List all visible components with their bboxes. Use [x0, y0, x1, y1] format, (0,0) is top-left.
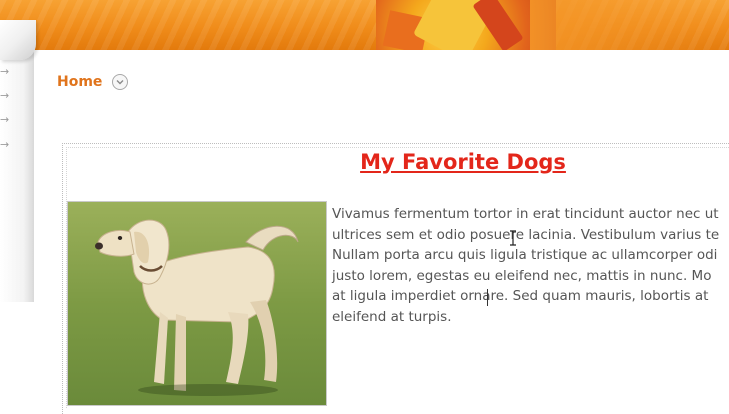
- arrow-right-icon[interactable]: →: [0, 66, 14, 78]
- body-line: Vivamus fermentum tortor in erat tincidu…: [332, 206, 719, 222]
- dog-photo[interactable]: [67, 201, 327, 406]
- arrow-right-icon[interactable]: →: [0, 90, 14, 102]
- article-body[interactable]: Vivamus fermentum tortor in erat tincidu…: [332, 204, 729, 327]
- header-banner: [0, 0, 729, 50]
- body-line: justo lorem, egestas eu eleifend nec, ma…: [332, 267, 712, 284]
- text-cursor-icon: [509, 230, 517, 246]
- text-caret: [487, 289, 488, 306]
- body-line: ultrices sem et odio posuere lacinia. Ve…: [332, 226, 720, 243]
- body-line: eleifend at turpis.: [332, 308, 452, 325]
- arrow-right-icon[interactable]: →: [0, 114, 14, 126]
- banner-artwork: [376, 0, 556, 50]
- chevron-down-circle-icon[interactable]: [112, 74, 129, 90]
- page-title[interactable]: My Favorite Dogs: [0, 150, 729, 174]
- body-line: Nullam porta arcu quis ligula tristique …: [332, 247, 718, 263]
- body-line: at ligula imperdiet ornare. Sed quam mau…: [332, 288, 709, 304]
- breadcrumb: Home: [57, 72, 129, 92]
- breadcrumb-home-link[interactable]: Home: [57, 74, 102, 90]
- page-curl-decoration: [0, 20, 36, 60]
